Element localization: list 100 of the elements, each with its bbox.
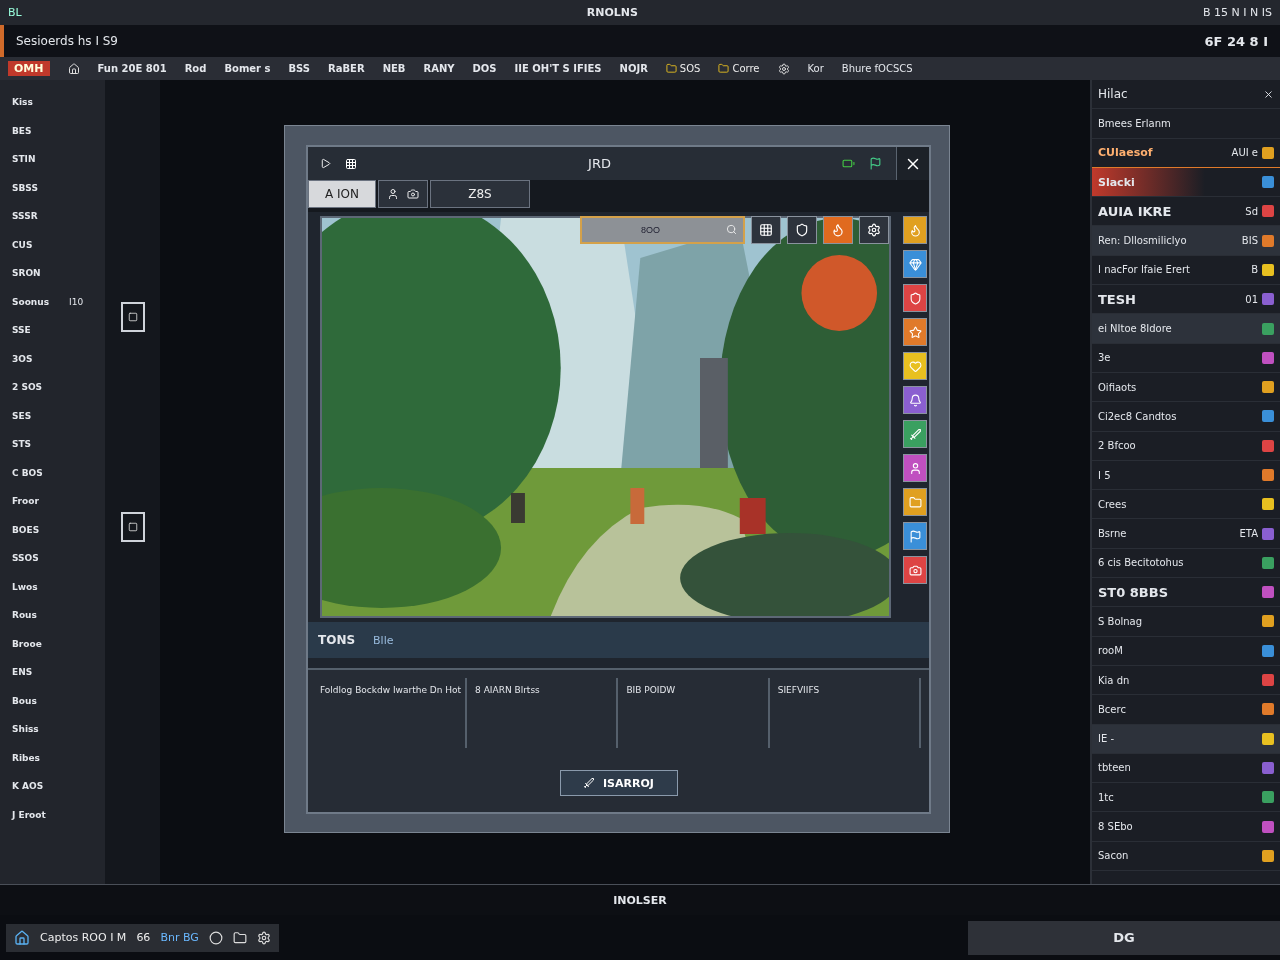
panel-row[interactable]: S Bolnag — [1098, 616, 1143, 627]
sidebar-item[interactable]: SRON — [12, 268, 41, 279]
side-tool-button[interactable] — [903, 216, 927, 244]
panel-row[interactable]: Kia dn — [1098, 674, 1130, 686]
menu-item[interactable]: Kor — [807, 63, 824, 74]
side-tool-button[interactable] — [903, 488, 927, 516]
sidebar-item[interactable]: K AOS — [12, 781, 44, 792]
panel-row[interactable]: Bcerc — [1098, 703, 1126, 715]
toolbar-tag[interactable]: SOS — [665, 63, 701, 74]
search-field[interactable]: 8OO — [580, 216, 745, 244]
panel-icon[interactable] — [120, 302, 145, 332]
panel-row[interactable]: I 5 — [1098, 469, 1111, 481]
sidebar-item[interactable]: Lwos — [12, 581, 38, 592]
sidebar-item[interactable]: Ribes — [12, 752, 40, 763]
sidebar-item[interactable]: 3OS — [12, 353, 33, 364]
play-icon[interactable] — [320, 158, 331, 169]
panel-row[interactable]: CUlaesof — [1098, 146, 1153, 160]
menu-item[interactable]: IIE OH'T S IFIES — [514, 63, 602, 74]
side-tool-button[interactable] — [903, 522, 927, 550]
panel-row[interactable]: AUIA IKRE — [1098, 203, 1172, 219]
sidebar-item[interactable]: SSOS — [12, 553, 39, 564]
panel-row[interactable]: Crees — [1098, 498, 1127, 510]
panel-row[interactable]: Oifiaots — [1098, 381, 1137, 393]
sidebar-item[interactable]: ENS — [12, 667, 33, 678]
taskbar-item[interactable]: Bnr BG — [160, 931, 199, 944]
tool-button[interactable] — [751, 216, 781, 244]
dialog-tab[interactable]: A ION — [308, 180, 376, 208]
sidebar-item[interactable]: BOES — [12, 524, 40, 535]
sidebar-item[interactable]: Bous — [12, 695, 37, 706]
panel-row[interactable]: IE - — [1098, 733, 1115, 745]
panel-row[interactable]: 1tc — [1098, 791, 1114, 803]
panel-row[interactable]: I nacFor Ifaie Erert — [1098, 264, 1190, 276]
settings-icon[interactable] — [777, 62, 790, 75]
close-button[interactable] — [896, 147, 929, 180]
sidebar-item[interactable]: CUS — [12, 239, 33, 250]
side-tool-button[interactable] — [903, 386, 927, 414]
sidebar-item[interactable]: STS — [12, 439, 32, 450]
panel-icon[interactable] — [120, 512, 145, 542]
dialog-tab[interactable] — [378, 180, 428, 208]
start-icon[interactable] — [14, 929, 30, 946]
sidebar-item[interactable]: 2 SOS — [12, 382, 42, 393]
menu-item[interactable]: RANY — [423, 63, 455, 74]
dialog-tab[interactable]: Z8S — [430, 180, 530, 208]
panel-row[interactable]: Sacon — [1098, 850, 1129, 862]
panel-row[interactable]: 2 Bfcoo — [1098, 440, 1136, 452]
side-tool-button[interactable] — [903, 556, 927, 584]
settings-icon[interactable] — [256, 930, 271, 945]
sidebar-item[interactable]: BES — [12, 125, 32, 136]
circle-icon[interactable] — [208, 930, 223, 945]
sidebar-item[interactable]: Brooe — [12, 638, 42, 649]
panel-row[interactable]: Ren: Dllosmiliclyo — [1098, 235, 1187, 247]
side-tool-button[interactable] — [903, 250, 927, 278]
menu-item[interactable]: BSS — [288, 63, 311, 74]
grid-icon[interactable] — [345, 157, 357, 170]
taskbar-item[interactable]: Captos ROO I M — [40, 931, 127, 944]
panel-row[interactable]: 6 cis Becitotohus — [1098, 557, 1184, 569]
sidebar-item[interactable]: SSSR — [12, 211, 38, 222]
home-icon[interactable] — [67, 62, 80, 75]
taskbar-item[interactable]: 66 — [136, 931, 151, 944]
sidebar-item[interactable]: C BOS — [12, 467, 43, 478]
sidebar-item[interactable]: J Eroot — [12, 809, 46, 820]
panel-row[interactable]: rooM — [1098, 645, 1123, 657]
panel-row[interactable]: TESH — [1098, 291, 1136, 307]
toolbar-tag[interactable]: Corre — [718, 63, 760, 74]
side-tool-button[interactable] — [903, 284, 927, 312]
panel-row[interactable]: 8 SEbo — [1098, 821, 1133, 833]
panel-row[interactable]: 3e — [1098, 352, 1111, 364]
sidebar-item[interactable]: Soonus — [12, 296, 50, 307]
sidebar-item[interactable]: SSE — [12, 325, 31, 336]
sidebar-item[interactable]: Shiss — [12, 724, 39, 735]
panel-row[interactable]: Slacki — [1098, 175, 1135, 189]
action-button[interactable]: ISARROJ — [559, 770, 678, 796]
panel-row[interactable]: ei NItoe 8Idore — [1098, 323, 1172, 334]
sidebar-item[interactable]: Froor — [12, 496, 39, 507]
toolbar-badge[interactable]: OMH — [8, 61, 50, 76]
tool-button[interactable] — [787, 216, 817, 244]
side-tool-button[interactable] — [903, 420, 927, 448]
menu-item[interactable]: Bhure fOCSCS — [841, 63, 913, 74]
sidebar-item[interactable]: STIN — [12, 154, 36, 165]
menu-item[interactable]: NEB — [382, 63, 406, 74]
menu-item[interactable]: RaBER — [328, 63, 365, 74]
sidebar-item[interactable]: Kiss — [12, 97, 33, 108]
close-icon[interactable] — [1263, 88, 1274, 100]
panel-row[interactable]: Ci2ec8 Candtos — [1098, 410, 1177, 422]
side-tool-button[interactable] — [903, 352, 927, 380]
menu-item[interactable]: NOJR — [619, 63, 648, 74]
menu-item[interactable]: Rod — [184, 63, 207, 74]
menu-item[interactable]: Fun 20E 801 — [97, 63, 167, 74]
menu-item[interactable]: Bomer s — [224, 63, 271, 74]
panel-row[interactable]: tbteen — [1098, 762, 1131, 774]
sidebar-item[interactable]: SES — [12, 410, 32, 421]
panel-row[interactable]: ST0 8BBS — [1098, 584, 1169, 600]
side-tool-button[interactable] — [903, 318, 927, 346]
menu-item[interactable]: DOS — [472, 63, 497, 74]
side-tool-button[interactable] — [903, 454, 927, 482]
sidebar-item[interactable]: SBSS — [12, 182, 38, 193]
sidebar-item[interactable]: Rous — [12, 610, 37, 621]
tool-button[interactable] — [859, 216, 889, 244]
folder-icon[interactable] — [232, 930, 247, 945]
panel-row[interactable]: Bsrne — [1098, 528, 1127, 540]
